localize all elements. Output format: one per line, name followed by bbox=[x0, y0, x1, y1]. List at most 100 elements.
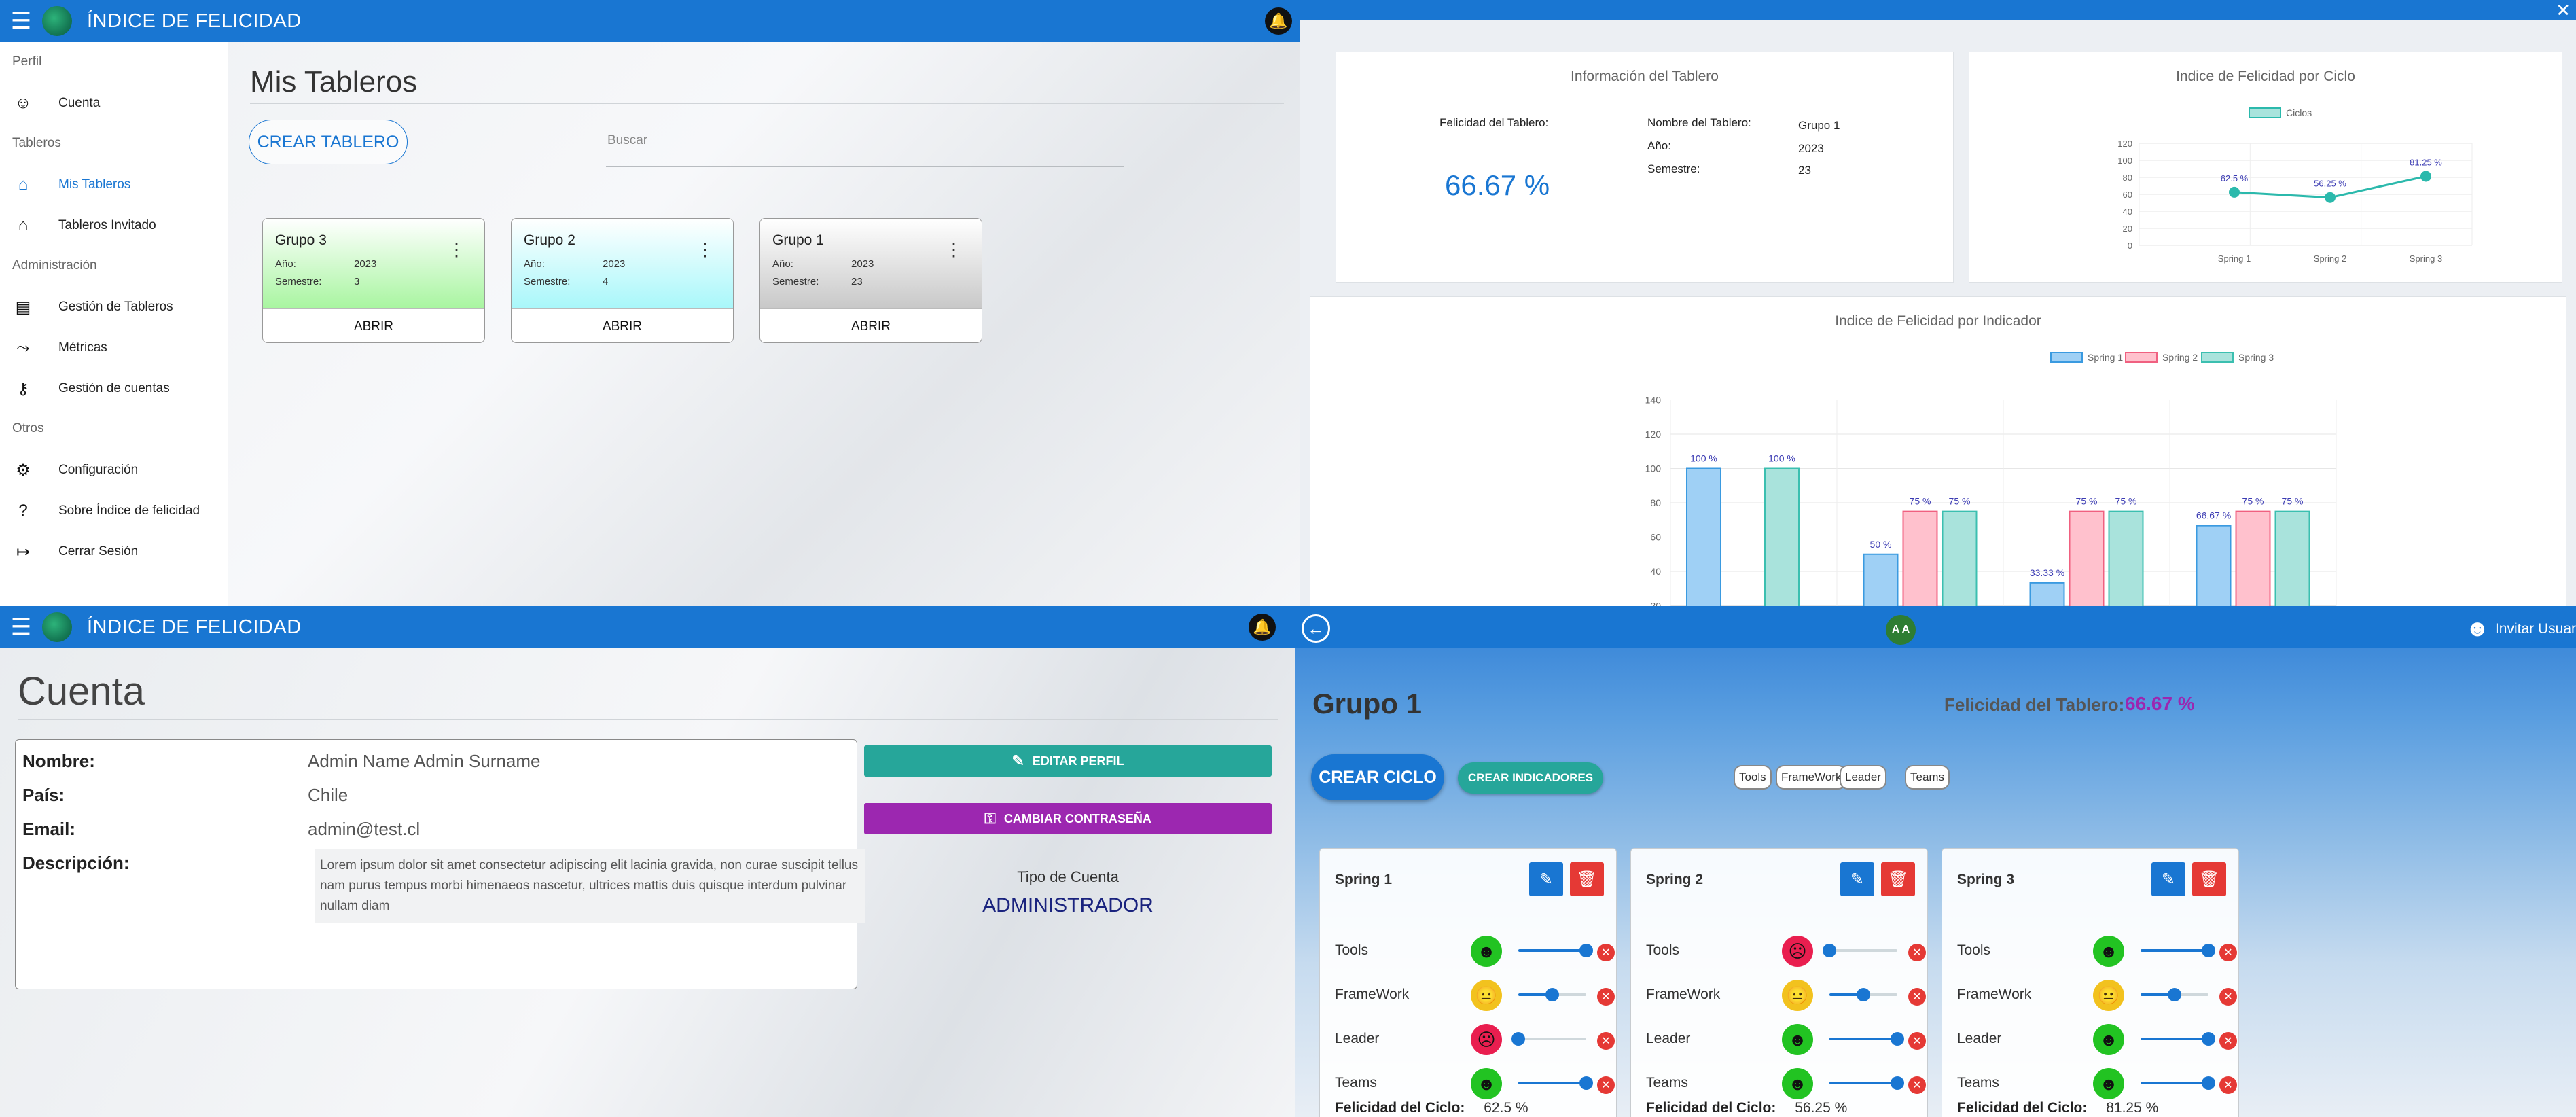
sidebar-item[interactable]: ↦ Cerrar Sesión bbox=[0, 531, 228, 572]
remove-indicator-icon[interactable]: ✕ bbox=[1908, 988, 1926, 1006]
invite-user-button[interactable]: ☻ Invitar Usuar bbox=[2465, 616, 2576, 642]
cycle-happiness-value: 81.25 % bbox=[2102, 1100, 2159, 1116]
indicator-name: FrameWork bbox=[1957, 987, 2032, 1002]
slider-handle[interactable] bbox=[1579, 1076, 1593, 1090]
data-label: 100 % bbox=[1768, 453, 1795, 464]
remove-indicator-icon[interactable]: ✕ bbox=[2219, 944, 2237, 961]
edit-pencil-icon[interactable]: ✎ bbox=[1840, 862, 1874, 896]
indicator-slider[interactable] bbox=[1518, 988, 1586, 1001]
mood-neutral-icon: 😐 bbox=[1471, 980, 1502, 1011]
avatar[interactable]: A A bbox=[1886, 615, 1916, 645]
indicator-slider[interactable] bbox=[1823, 944, 1897, 957]
indicator-slider[interactable] bbox=[2141, 944, 2215, 957]
back-arrow-icon[interactable]: ← bbox=[1302, 614, 1330, 643]
indicator-slider[interactable] bbox=[1518, 944, 1593, 957]
remove-indicator-icon[interactable]: ✕ bbox=[1597, 988, 1615, 1006]
indicator-slider[interactable] bbox=[2141, 1076, 2215, 1090]
descripcion-value: Lorem ipsum dolor sit amet consectetur a… bbox=[315, 849, 865, 923]
delete-trash-icon[interactable]: 🗑 bbox=[1570, 862, 1604, 896]
slider-handle[interactable] bbox=[1891, 1076, 1904, 1090]
indicator-slider[interactable] bbox=[2141, 1032, 2215, 1046]
bar bbox=[2108, 510, 2144, 606]
notifications-bell-icon[interactable]: 🔔 bbox=[1265, 7, 1292, 35]
y-tick-label: 40 bbox=[1650, 566, 1661, 577]
menu-icon[interactable]: ☰ bbox=[0, 0, 42, 42]
change-password-button[interactable]: ⚿ CAMBIAR CONTRASEÑA bbox=[864, 803, 1272, 834]
delete-trash-icon[interactable]: 🗑 bbox=[2192, 862, 2226, 896]
sidebar-item[interactable]: ? Sobre Índice de felicidad bbox=[0, 491, 228, 531]
open-board-button[interactable]: ABRIR bbox=[263, 308, 484, 342]
remove-indicator-icon[interactable]: ✕ bbox=[1597, 1076, 1615, 1094]
edit-profile-button[interactable]: ✎ EDITAR PERFIL bbox=[864, 745, 1272, 777]
remove-indicator-icon[interactable]: ✕ bbox=[1908, 1032, 1926, 1050]
notifications-bell-icon[interactable]: 🔔 bbox=[1249, 614, 1276, 641]
sidebar-item[interactable]: ⤳ Métricas bbox=[0, 327, 228, 368]
slider-handle[interactable] bbox=[2202, 1076, 2215, 1090]
nombre-label: Nombre del Tablero: bbox=[1647, 116, 1751, 129]
app-title: ÍNDICE DE FELICIDAD bbox=[87, 616, 302, 638]
indicator-slider[interactable] bbox=[1511, 1032, 1586, 1046]
indicator-slider[interactable] bbox=[1829, 1032, 1904, 1046]
remove-indicator-icon[interactable]: ✕ bbox=[2219, 1032, 2237, 1050]
slider-handle[interactable] bbox=[1823, 944, 1836, 957]
data-label: 66.67 % bbox=[2196, 510, 2231, 521]
close-icon[interactable]: ✕ bbox=[2556, 0, 2571, 21]
create-indicators-button[interactable]: CREAR INDICADORES bbox=[1458, 762, 1603, 794]
search-input[interactable]: Buscar bbox=[606, 133, 1124, 167]
indicator-row: FrameWork 😐 ✕ bbox=[1957, 978, 2237, 1012]
remove-indicator-icon[interactable]: ✕ bbox=[1908, 944, 1926, 961]
indicator-chip[interactable]: Teams bbox=[1905, 765, 1950, 790]
slider-handle[interactable] bbox=[2202, 944, 2215, 957]
sidebar-item[interactable]: ⚷ Gestión de cuentas bbox=[0, 368, 228, 409]
create-board-button[interactable]: CREAR TABLERO bbox=[249, 120, 408, 164]
remove-indicator-icon[interactable]: ✕ bbox=[2219, 1076, 2237, 1094]
indicator-slider[interactable] bbox=[2141, 988, 2208, 1001]
slider-handle[interactable] bbox=[1891, 1032, 1904, 1046]
slider-handle[interactable] bbox=[2168, 988, 2181, 1001]
open-board-button[interactable]: ABRIR bbox=[760, 308, 982, 342]
remove-indicator-icon[interactable]: ✕ bbox=[1908, 1076, 1926, 1094]
remove-indicator-icon[interactable]: ✕ bbox=[2219, 988, 2237, 1006]
more-vert-icon[interactable]: ⋮ bbox=[696, 239, 714, 260]
remove-indicator-icon[interactable]: ✕ bbox=[1597, 944, 1615, 961]
edit-pencil-icon[interactable]: ✎ bbox=[2151, 862, 2185, 896]
open-board-button[interactable]: ABRIR bbox=[512, 308, 733, 342]
sidebar-item[interactable]: ⚙ Configuración bbox=[0, 450, 228, 491]
slider-handle[interactable] bbox=[1545, 988, 1559, 1001]
slider-handle[interactable] bbox=[1579, 944, 1593, 957]
board-year-value: 2023 bbox=[851, 258, 874, 270]
indicator-slider[interactable] bbox=[1518, 1076, 1593, 1090]
more-vert-icon[interactable]: ⋮ bbox=[945, 239, 963, 260]
sidebar-item[interactable]: ▤ Gestión de Tableros bbox=[0, 287, 228, 327]
felicidad-value: 66.67 % bbox=[1445, 169, 1550, 201]
indicator-slider[interactable] bbox=[1829, 988, 1897, 1001]
menu-icon[interactable]: ☰ bbox=[0, 606, 42, 648]
edit-pencil-icon[interactable]: ✎ bbox=[1529, 862, 1563, 896]
create-cycle-button[interactable]: CREAR CICLO bbox=[1311, 754, 1444, 800]
change-password-label: CAMBIAR CONTRASEÑA bbox=[1003, 811, 1151, 826]
x-tick-label: Spring 3 bbox=[2410, 253, 2442, 264]
indicator-chip[interactable]: Tools bbox=[1734, 765, 1772, 790]
slider-handle[interactable] bbox=[1857, 988, 1870, 1001]
sidebar-item[interactable]: ☺ Cuenta bbox=[0, 83, 228, 124]
legend-swatch bbox=[2201, 352, 2234, 363]
indicator-chip[interactable]: Leader bbox=[1840, 765, 1886, 790]
remove-indicator-icon[interactable]: ✕ bbox=[1597, 1032, 1615, 1050]
more-vert-icon[interactable]: ⋮ bbox=[448, 239, 465, 260]
slider-handle[interactable] bbox=[2202, 1032, 2215, 1046]
board-name: Grupo 1 bbox=[1312, 688, 1423, 720]
indicator-chip[interactable]: FrameWork bbox=[1776, 765, 1847, 790]
cycle-card: Spring 3 ✎ 🗑 Tools ☻ ✕ FrameWork 😐 ✕ Leader ☻ ✕ Team… bbox=[1942, 848, 2239, 1117]
bar bbox=[1942, 510, 1978, 606]
delete-trash-icon[interactable]: 🗑 bbox=[1881, 862, 1915, 896]
sidebar-item[interactable]: ⌂ Mis Tableros bbox=[0, 164, 228, 205]
sidebar-item[interactable]: ⌂ Tableros Invitado bbox=[0, 205, 228, 246]
indicator-slider[interactable] bbox=[1829, 1076, 1904, 1090]
anio-value: 2023 bbox=[1798, 142, 1824, 155]
mood-sad-icon: ☹ bbox=[1782, 936, 1813, 967]
indicator-name: Teams bbox=[1335, 1075, 1377, 1091]
app-logo bbox=[42, 612, 72, 642]
slider-handle[interactable] bbox=[1511, 1032, 1525, 1046]
legend-label: Spring 2 bbox=[2162, 352, 2198, 363]
felicidad-label: Felicidad del Tablero: bbox=[1439, 116, 1549, 129]
